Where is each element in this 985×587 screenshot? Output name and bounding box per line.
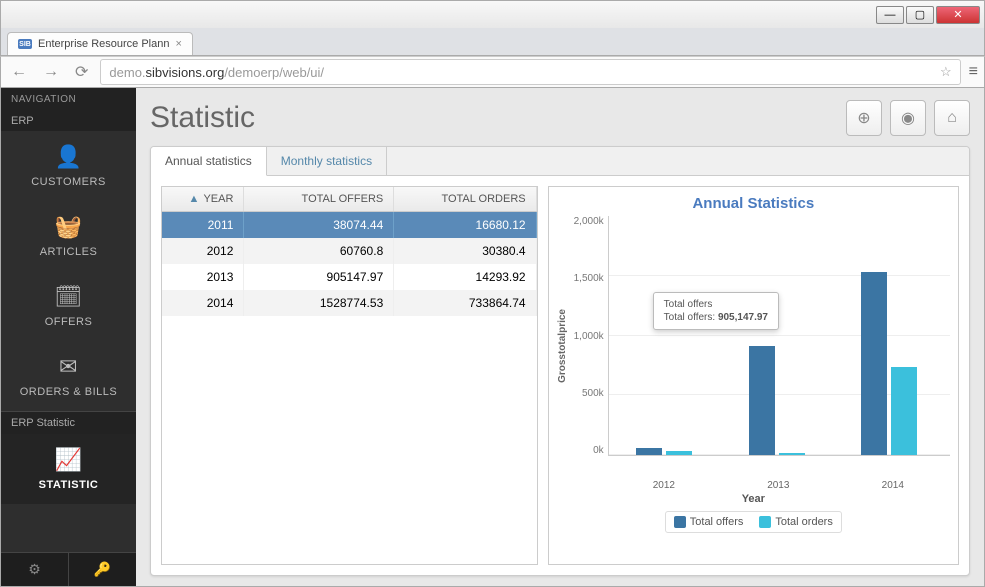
reload-button[interactable]: ◉ (890, 100, 926, 136)
cell-offers: 60760.8 (244, 238, 394, 264)
plus-icon: ⊕ (857, 108, 870, 128)
cell-offers: 905147.97 (244, 264, 394, 290)
sidebar-nav-label: NAVIGATION (1, 88, 136, 111)
chart-legend: Total offers Total orders (665, 511, 842, 533)
home-icon: ⌂ (947, 109, 957, 127)
col-total-orders[interactable]: TOTAL ORDERS (394, 187, 536, 211)
url-text: demo.sibvisions.org/demoerp/web/ui/ (109, 65, 324, 80)
bar-offers[interactable] (749, 346, 775, 455)
document-icon: 🗓 (54, 284, 82, 310)
table-row[interactable]: 201260760.830380.4 (162, 238, 537, 264)
x-axis-ticks: 201220132014 (607, 480, 950, 491)
cell-orders: 733864.74 (394, 290, 536, 316)
bookmark-star-icon[interactable]: ☆ (940, 64, 952, 80)
window-maximize-button[interactable]: ▢ (906, 6, 934, 24)
chart-tooltip: Total offers Total offers: 905,147.97 (653, 292, 779, 330)
chart-plot-area (608, 216, 950, 456)
sidebar-group-erp[interactable]: ERP (1, 111, 136, 131)
browser-tab-row: SIB Enterprise Resource Plann × (0, 28, 985, 56)
cell-orders: 16680.12 (394, 212, 536, 238)
swatch-offers (674, 516, 686, 528)
tab-annual-statistics[interactable]: Annual statistics (151, 147, 267, 176)
sidebar: NAVIGATION ERP 👤 CUSTOMERS 🧺 ARTICLES 🗓 … (1, 88, 136, 586)
favicon-icon: SIB (18, 39, 32, 49)
x-axis-label: Year (557, 493, 950, 505)
col-year[interactable]: ▲YEAR (162, 187, 244, 211)
basket-icon: 🧺 (55, 214, 83, 240)
cell-year: 2012 (162, 238, 244, 264)
browser-toolbar: ← → ⟳ demo.sibvisions.org/demoerp/web/ui… (0, 56, 985, 88)
legend-total-offers: Total offers (674, 516, 744, 528)
url-input[interactable]: demo.sibvisions.org/demoerp/web/ui/ ☆ (100, 59, 960, 85)
annual-statistics-chart: Annual Statistics Grosstotalprice 2,000k… (548, 186, 959, 565)
window-minimize-button[interactable]: — (876, 6, 904, 24)
sidebar-item-statistic[interactable]: 📈 STATISTIC (1, 434, 136, 504)
cell-year: 2011 (162, 212, 244, 238)
table-row[interactable]: 2013905147.9714293.92 (162, 264, 537, 290)
table-header-row: ▲YEAR TOTAL OFFERS TOTAL ORDERS (162, 187, 537, 212)
cell-year: 2014 (162, 290, 244, 316)
statistics-table: ▲YEAR TOTAL OFFERS TOTAL ORDERS 20113807… (161, 186, 538, 565)
bar-orders[interactable] (666, 451, 692, 455)
sidebar-item-label: CUSTOMERS (31, 176, 106, 188)
key-icon[interactable]: 🔑 (69, 553, 136, 586)
chart-title: Annual Statistics (557, 195, 950, 212)
y-axis-label: Grosstotalprice (557, 309, 568, 383)
cell-year: 2013 (162, 264, 244, 290)
sidebar-item-label: OFFERS (45, 316, 93, 328)
back-icon[interactable]: ← (7, 61, 31, 83)
col-total-offers[interactable]: TOTAL OFFERS (244, 187, 394, 211)
legend-total-orders: Total orders (759, 516, 832, 528)
table-row[interactable]: 20141528774.53733864.74 (162, 290, 537, 316)
chart-icon: 📈 (55, 447, 83, 473)
mail-icon: ✉ (59, 354, 78, 380)
tab-monthly-statistics[interactable]: Monthly statistics (267, 147, 387, 175)
home-button[interactable]: ⌂ (934, 100, 970, 136)
sidebar-group-statistic[interactable]: ERP Statistic (1, 411, 136, 434)
cell-orders: 30380.4 (394, 238, 536, 264)
table-row[interactable]: 201138074.4416680.12 (162, 212, 537, 238)
settings-gear-icon[interactable]: ⚙ (1, 553, 69, 586)
bar-orders[interactable] (891, 367, 917, 455)
browser-tab[interactable]: SIB Enterprise Resource Plann × (7, 32, 193, 55)
window-titlebar: — ▢ ✕ (0, 0, 985, 28)
sidebar-item-articles[interactable]: 🧺 ARTICLES (1, 201, 136, 271)
window-close-button[interactable]: ✕ (936, 6, 980, 24)
target-icon: ◉ (901, 108, 915, 128)
sidebar-item-customers[interactable]: 👤 CUSTOMERS (1, 131, 136, 201)
user-icon: 👤 (55, 144, 83, 170)
tab-close-icon[interactable]: × (175, 38, 181, 50)
sidebar-item-label: STATISTIC (39, 479, 99, 491)
forward-icon[interactable]: → (39, 61, 63, 83)
browser-menu-icon[interactable]: ≡ (969, 63, 978, 81)
bar-offers[interactable] (861, 272, 887, 455)
sidebar-item-orders-bills[interactable]: ✉ ORDERS & BILLS (1, 341, 136, 411)
reload-icon[interactable]: ⟳ (71, 60, 92, 84)
y-axis-ticks: 2,000k1,500k1,000k500k0k (568, 216, 608, 456)
cell-orders: 14293.92 (394, 264, 536, 290)
sidebar-item-label: ORDERS & BILLS (20, 386, 117, 398)
sidebar-item-label: ARTICLES (40, 246, 98, 258)
tab-title: Enterprise Resource Plann (38, 38, 169, 50)
sidebar-item-offers[interactable]: 🗓 OFFERS (1, 271, 136, 341)
cell-offers: 1528774.53 (244, 290, 394, 316)
swatch-orders (759, 516, 771, 528)
sort-asc-icon: ▲ (189, 193, 200, 205)
bar-offers[interactable] (636, 448, 662, 455)
add-button[interactable]: ⊕ (846, 100, 882, 136)
bar-orders[interactable] (779, 453, 805, 455)
page-title: Statistic (150, 101, 255, 135)
panel-tabs: Annual statistics Monthly statistics (151, 147, 969, 176)
cell-offers: 38074.44 (244, 212, 394, 238)
tooltip-series-name: Total offers (664, 299, 768, 310)
